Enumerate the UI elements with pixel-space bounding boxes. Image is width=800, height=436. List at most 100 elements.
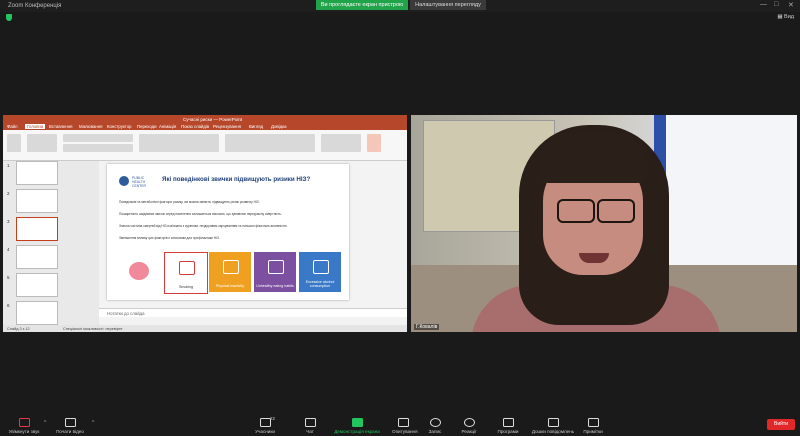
ppt-ribbon — [3, 130, 407, 161]
minimize-icon[interactable]: — — [760, 1, 767, 8]
menu-item[interactable]: Вигляд — [249, 124, 263, 129]
burger-icon — [268, 260, 284, 274]
slide-thumbnail[interactable] — [16, 301, 58, 325]
logo-banner — [666, 115, 797, 275]
slide-thumbnail[interactable] — [16, 273, 58, 297]
card-label: Smoking — [179, 285, 193, 289]
microphone-muted-icon — [18, 418, 30, 427]
participants-icon — [259, 418, 271, 427]
ppt-menu-bar: Файл Головна Вставлення Малювання Констр… — [3, 123, 407, 130]
drawing-group[interactable] — [225, 134, 315, 152]
security-shield-icon[interactable] — [6, 14, 12, 21]
glasses-lens — [597, 199, 635, 223]
leave-button[interactable]: Вийти — [767, 419, 795, 430]
camera-off-icon — [64, 418, 76, 427]
participant-name-label: Г.Ковалів — [414, 324, 440, 330]
slide-canvas[interactable]: PUBLIC HEALTH CENTER Які поведінкові зви… — [107, 164, 349, 300]
ppt-status-bar: Слайд 3 з 12 Спеціальні можливості: пере… — [3, 325, 407, 332]
maximize-icon[interactable]: □ — [774, 1, 778, 8]
cigarette-icon — [179, 261, 195, 275]
menu-item[interactable]: Анімація — [159, 124, 176, 129]
sofa-icon — [223, 260, 239, 274]
close-icon[interactable]: ✕ — [788, 1, 794, 9]
apps-icon — [502, 418, 514, 427]
menu-item[interactable]: Конструктор — [107, 124, 132, 129]
notes-pane[interactable]: Нотатки до слайда — [99, 308, 407, 317]
slide-thumbnail-selected[interactable] — [16, 217, 58, 241]
menu-item[interactable]: Переходи — [137, 124, 156, 129]
eating-card: Unhealthy eating habits — [254, 252, 296, 292]
window-title: Zoom Конференція — [8, 3, 62, 9]
slide-thumbnail[interactable] — [16, 161, 58, 185]
slide-count: Слайд 3 з 12 — [7, 326, 30, 331]
share-status-banner: Ви проглядаєте екран пристрою — [316, 0, 408, 10]
heart-card — [119, 252, 161, 292]
slide-thumbnail[interactable] — [16, 245, 58, 269]
chat-icon — [304, 418, 316, 427]
slide-title: Які поведінкові звички підвищують ризики… — [162, 176, 311, 183]
notes-placeholder: Нотатки до слайда — [107, 310, 145, 316]
view-label: Вид — [784, 14, 794, 20]
accessibility-status[interactable]: Спеціальні можливості: перевірте — [63, 327, 123, 331]
phc-logo-icon — [119, 176, 129, 186]
record-button[interactable]: Запис — [424, 418, 446, 434]
slide-thumbnail[interactable] — [16, 189, 58, 213]
designer-button[interactable] — [367, 134, 381, 152]
notes-icon — [587, 418, 599, 427]
apps-button[interactable]: Програми — [490, 418, 526, 434]
audio-options-icon[interactable]: ^ — [44, 420, 46, 426]
menu-item[interactable]: Головна — [25, 124, 46, 129]
participant-count: 22 — [270, 416, 276, 421]
whiteboard-icon — [547, 418, 559, 427]
logo-text: PUBLIC HEALTH CENTER — [132, 176, 146, 188]
notes-button[interactable]: Примітки — [576, 418, 610, 434]
menu-item[interactable]: Файл — [7, 124, 18, 129]
slide-paragraph: Поведінкові та метаболічні фактори ризик… — [119, 200, 260, 204]
start-video-button[interactable]: Почати відео — [50, 418, 90, 434]
slide-thumbnails-pane[interactable]: 1 2 3 4 5 6 — [3, 161, 99, 325]
slide-paragraph: Поширеність шкідливих звичок серед насел… — [119, 212, 282, 216]
paste-button[interactable] — [7, 134, 21, 152]
polls-icon — [397, 418, 409, 427]
ppt-title-bar: Сучасні риски — PowerPoint — [3, 115, 407, 123]
card-label: Excessive alcohol consumption — [305, 280, 335, 288]
font-selector[interactable] — [63, 134, 133, 142]
record-icon — [429, 418, 441, 427]
glasses-lens — [557, 199, 595, 223]
share-screen-icon — [351, 418, 363, 427]
polls-button[interactable]: Опитування — [392, 418, 418, 434]
person-bangs — [537, 133, 649, 183]
chat-button[interactable]: Чат — [300, 418, 320, 434]
menu-item[interactable]: Довідка — [271, 124, 286, 129]
video-options-icon[interactable]: ^ — [92, 420, 94, 426]
reactions-icon — [463, 418, 475, 427]
whiteboards-button[interactable]: Дошки повідомлень — [530, 418, 576, 434]
slide-paragraph: Зменшення впливу цих факторів є ключовим… — [119, 236, 220, 240]
heart-icon — [129, 262, 149, 280]
inactivity-card: Physical inactivity — [209, 252, 251, 292]
card-label: Physical inactivity — [215, 284, 245, 288]
slides-group[interactable] — [27, 134, 57, 152]
card-label: Unhealthy eating habits — [256, 284, 294, 288]
ppt-filename: Сучасні риски — PowerPoint — [183, 116, 243, 122]
editing-group[interactable] — [321, 134, 361, 152]
smoking-card: Smoking — [164, 252, 208, 294]
menu-item[interactable]: Рецензування — [213, 124, 241, 129]
participants-button[interactable]: Учасники — [250, 418, 280, 434]
menu-item[interactable]: Вставлення — [49, 124, 72, 129]
reactions-button[interactable]: Реакції — [456, 418, 482, 434]
alcohol-card: Excessive alcohol consumption — [299, 252, 341, 292]
view-settings-button[interactable]: Налаштування перегляду — [410, 0, 486, 10]
menu-item[interactable]: Малювання — [79, 124, 102, 129]
bottle-icon — [313, 260, 329, 274]
unmute-button[interactable]: Увімкнути звук — [6, 418, 42, 434]
font-format-buttons[interactable] — [63, 144, 133, 152]
meeting-toolbar: Увімкнути звук ^ Почати відео ^ Учасники… — [0, 412, 800, 436]
slide-paragraph: Значна частина смертей від НІЗ пов'язана… — [119, 224, 288, 228]
paragraph-group[interactable] — [139, 134, 219, 152]
view-button[interactable]: ▦ Вид — [777, 14, 794, 20]
shared-screen[interactable]: Сучасні риски — PowerPoint Файл Головна … — [3, 115, 407, 332]
share-screen-button[interactable]: Демонстрація екрана — [330, 418, 384, 434]
participant-video[interactable]: Г.Ковалів — [411, 115, 797, 332]
menu-item[interactable]: Показ слайдів — [181, 124, 209, 129]
